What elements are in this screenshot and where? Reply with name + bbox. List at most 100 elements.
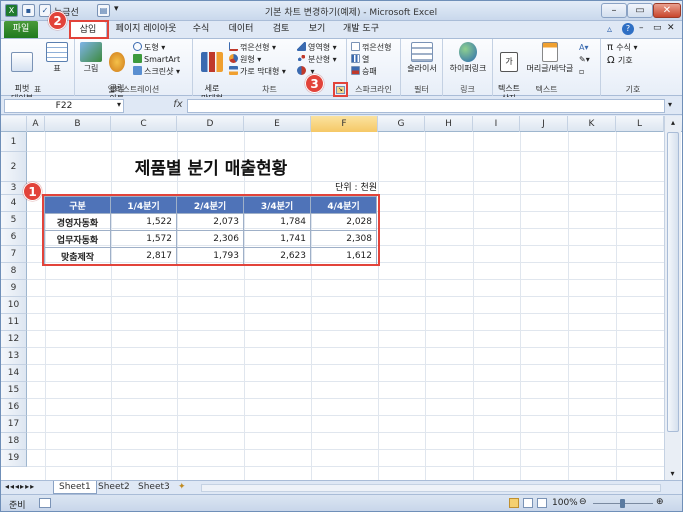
row-header-7[interactable]: 7 — [1, 246, 27, 263]
zoom-level[interactable]: 100% — [552, 498, 578, 508]
col-header-f[interactable]: F — [311, 116, 378, 132]
tab-developer[interactable]: 개발 도구 — [339, 21, 383, 38]
qat-customize-icon[interactable]: ▾ — [114, 4, 119, 14]
table-button[interactable]: 표 — [45, 42, 69, 74]
row-header-8[interactable]: 8 — [1, 263, 27, 280]
col-header-d[interactable]: D — [177, 116, 244, 132]
sparkline-line-button[interactable]: 꺾은선형 — [351, 42, 391, 53]
line-chart-button[interactable]: 꺾은선형 ▾ — [229, 42, 276, 53]
horizontal-scrollbar[interactable] — [201, 484, 661, 492]
row-header-2[interactable]: 2 — [1, 152, 27, 182]
col-header-i[interactable]: I — [473, 116, 520, 132]
formula-expand-icon[interactable]: ▾ — [668, 100, 672, 109]
col-header-e[interactable]: E — [244, 116, 311, 132]
scroll-up-icon[interactable]: ▴ — [665, 116, 681, 130]
col-header-c[interactable]: C — [111, 116, 177, 132]
help-icon[interactable]: ? — [622, 23, 634, 35]
header-footer-label: 머리글/바닥글 — [526, 64, 574, 73]
object-icon[interactable]: ▫ — [579, 66, 584, 77]
scroll-thumb[interactable] — [667, 132, 679, 432]
doc-close-button[interactable]: ✕ — [667, 23, 675, 33]
doc-minimize-button[interactable]: – — [639, 23, 644, 33]
group-label-symbols: 기호 — [625, 85, 641, 94]
row-header-5[interactable]: 5 — [1, 212, 27, 229]
sparkline-winloss-button[interactable]: 승패 — [351, 66, 377, 77]
row-header-10[interactable]: 10 — [1, 297, 27, 314]
sheet-tab-1[interactable]: Sheet1 — [53, 481, 97, 494]
zoom-in-icon[interactable]: ⊕ — [656, 497, 664, 507]
zoom-slider-thumb[interactable] — [620, 499, 625, 508]
col-header-g[interactable]: G — [378, 116, 425, 132]
zoom-out-icon[interactable]: ⊖ — [579, 497, 587, 507]
header-footer-button[interactable]: 머리글/바닥글 — [525, 42, 575, 74]
col-header-l[interactable]: L — [616, 116, 664, 132]
scroll-down-icon[interactable]: ▾ — [665, 469, 680, 478]
signature-icon[interactable]: ✎▾ — [579, 54, 590, 65]
equation-button[interactable]: π 수식 ▾ — [607, 42, 638, 53]
excel-app-icon[interactable]: X — [5, 4, 18, 17]
row-header-14[interactable]: 14 — [1, 365, 27, 382]
bar-chart-button[interactable]: 가로 막대형 ▾ — [229, 66, 286, 77]
insert-sheet-icon[interactable]: ✦ — [173, 481, 191, 494]
row-header-6[interactable]: 6 — [1, 229, 27, 246]
col-header-a[interactable]: A — [27, 116, 45, 132]
col-header-b[interactable]: B — [45, 116, 111, 132]
screenshot-button[interactable]: 스크린샷 ▾ — [133, 66, 180, 77]
name-box[interactable]: F22 — [4, 99, 124, 113]
tab-review[interactable]: 검토 — [267, 21, 295, 38]
wordart-icon[interactable]: A▾ — [579, 42, 589, 53]
vertical-scrollbar[interactable]: ▴ ▾ — [664, 116, 681, 480]
tab-data[interactable]: 데이터 — [223, 21, 259, 38]
col-header-h[interactable]: H — [425, 116, 473, 132]
tab-file[interactable]: 파일 — [4, 21, 38, 38]
row-header-13[interactable]: 13 — [1, 348, 27, 365]
tab-formulas[interactable]: 수식 — [187, 21, 215, 38]
area-chart-button[interactable]: 영역형 ▾ — [297, 42, 337, 53]
save-icon[interactable]: ▪ — [22, 4, 35, 17]
row-header-18[interactable]: 18 — [1, 433, 27, 450]
sheet-tab-3[interactable]: Sheet3 — [133, 481, 175, 494]
macro-record-icon[interactable] — [39, 498, 51, 508]
tab-page-layout[interactable]: 페이지 레이아웃 — [113, 21, 179, 38]
smartart-button[interactable]: SmartArt — [133, 54, 180, 65]
sheet-tab-2[interactable]: Sheet2 — [93, 481, 135, 494]
fx-icon[interactable]: fx — [171, 99, 185, 113]
row-header-19[interactable]: 19 — [1, 450, 27, 467]
pie-chart-button[interactable]: 원형 ▾ — [229, 54, 261, 65]
normal-view-icon[interactable] — [509, 498, 519, 508]
page-layout-view-icon[interactable] — [523, 498, 533, 508]
row-header-4[interactable]: 4 — [1, 195, 27, 212]
slicer-button[interactable]: 슬라이서 — [403, 42, 441, 74]
col-header-j[interactable]: J — [520, 116, 568, 132]
picture-button[interactable]: 그림 — [79, 42, 103, 74]
row-header-16[interactable]: 16 — [1, 399, 27, 416]
scatter-chart-button[interactable]: 분산형 ▾ — [297, 54, 337, 65]
minimize-button[interactable]: – — [601, 3, 627, 18]
col-header-k[interactable]: K — [568, 116, 616, 132]
print-icon[interactable]: ▤ — [97, 4, 110, 17]
sparkline-column-button[interactable]: 열 — [351, 54, 369, 65]
maximize-button[interactable]: ▭ — [627, 3, 653, 18]
row-header-1[interactable]: 1 — [1, 132, 27, 152]
symbol-button[interactable]: Ω 기호 — [607, 55, 633, 66]
ribbon-minimize-icon[interactable]: ▵ — [607, 24, 612, 35]
formula-input[interactable] — [187, 99, 665, 113]
row-header-17[interactable]: 17 — [1, 416, 27, 433]
sheet-title[interactable]: 제품별 분기 매출현황 — [45, 154, 377, 179]
hyperlink-button[interactable]: 하이퍼링크 — [445, 42, 491, 74]
row-header-15[interactable]: 15 — [1, 382, 27, 399]
select-all-corner[interactable] — [1, 116, 27, 132]
name-box-dropdown-icon[interactable]: ▾ — [117, 100, 121, 109]
tab-view[interactable]: 보기 — [303, 21, 331, 38]
grid-col-line — [568, 132, 569, 480]
worksheet-grid[interactable]: A B C D E F G H I J K L 1 2 3 4 5 6 7 8 9 10 11 12 1… — [1, 116, 682, 480]
row-header-11[interactable]: 11 — [1, 314, 27, 331]
row-header-12[interactable]: 12 — [1, 331, 27, 348]
row-header-9[interactable]: 9 — [1, 280, 27, 297]
close-button[interactable]: ✕ — [653, 3, 681, 18]
shapes-button[interactable]: 도형 ▾ — [133, 42, 165, 53]
unit-label[interactable]: 단위 : 천원 — [301, 180, 377, 193]
page-break-view-icon[interactable] — [537, 498, 547, 508]
doc-restore-button[interactable]: ▭ — [653, 23, 662, 33]
sheet-nav-arrows-icon[interactable]: ◂◂◂▸▸▸ — [5, 482, 35, 491]
